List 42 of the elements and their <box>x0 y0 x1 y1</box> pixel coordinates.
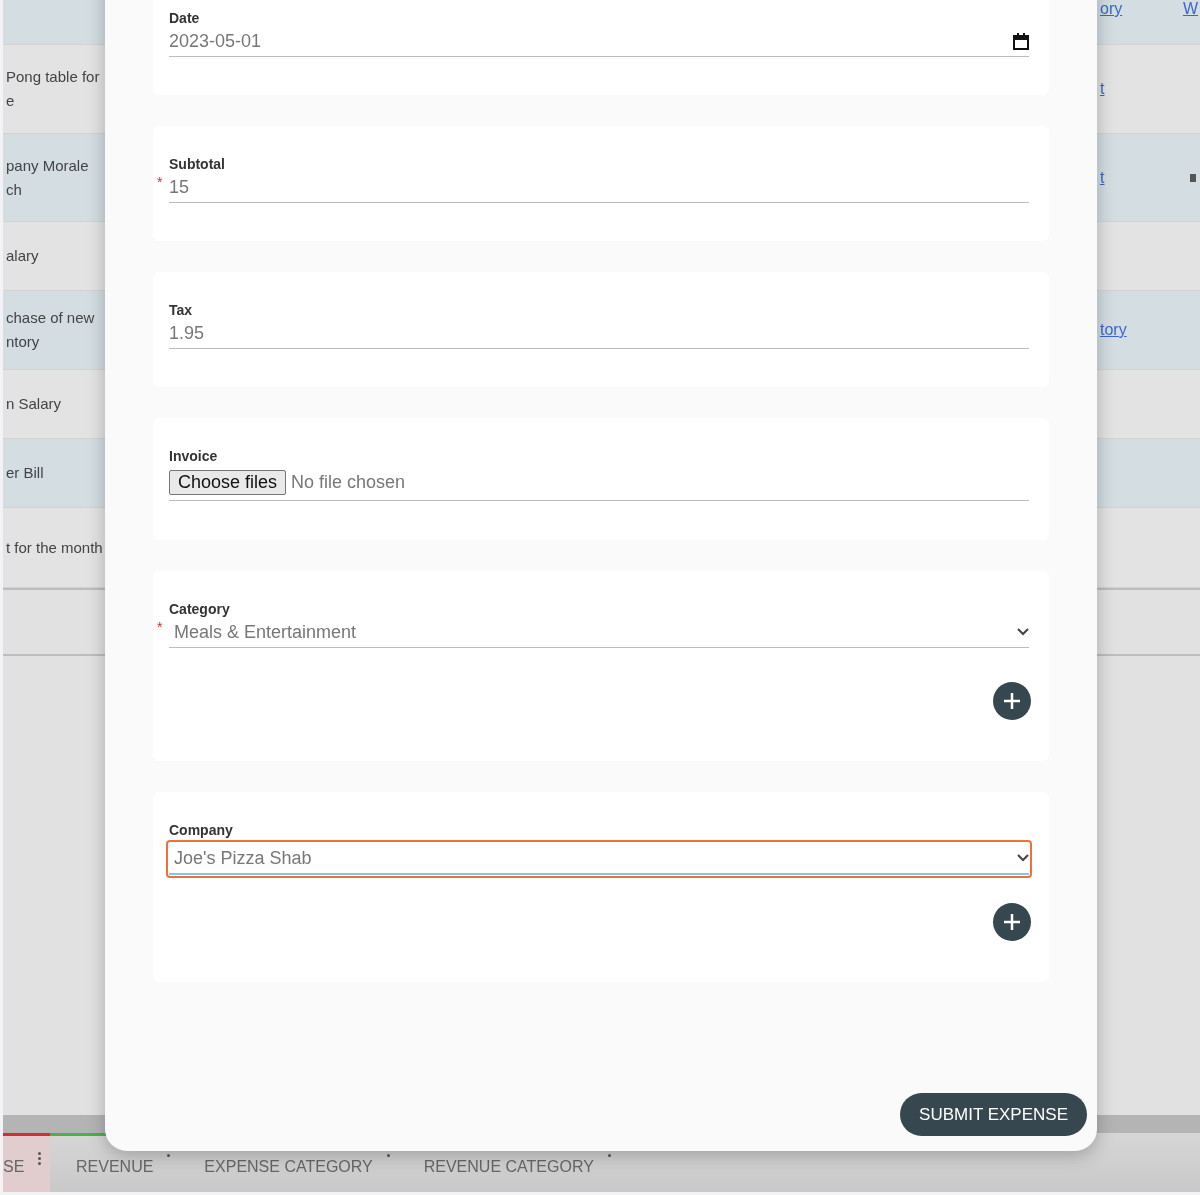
submit-button[interactable]: SUBMIT EXPENSE <box>900 1093 1087 1136</box>
field-label: Date <box>169 10 201 26</box>
table-link[interactable]: t <box>1100 168 1105 187</box>
handle-icon[interactable] <box>1190 173 1196 182</box>
input-field[interactable]: 2023-05-01 <box>169 26 1029 57</box>
table-cell-text: t for the month <box>5 537 104 558</box>
tab[interactable]: REVENUE CATEGORY <box>397 1133 611 1192</box>
field-label: Invoice <box>169 448 219 464</box>
more-icon[interactable] <box>167 1154 171 1157</box>
chevron-down-icon[interactable] <box>1017 854 1029 862</box>
calendar-icon[interactable] <box>1013 32 1029 50</box>
table-cell-text: alary <box>5 246 40 266</box>
plus-icon <box>1003 692 1021 710</box>
table-link[interactable]: W <box>1182 0 1198 18</box>
file-field[interactable]: Choose files No file chosen <box>169 464 1029 501</box>
add-button[interactable] <box>993 903 1031 941</box>
table-link[interactable]: t <box>1100 80 1105 98</box>
select-field[interactable]: Joe's Pizza Shab <box>169 843 1029 875</box>
table-cell-text: Pong table for e <box>5 67 101 111</box>
required-mark: * <box>157 174 163 190</box>
field-label: Company <box>169 822 234 838</box>
more-icon[interactable] <box>607 1154 611 1157</box>
chevron-down-icon[interactable] <box>1017 628 1029 636</box>
field-label: Subtotal <box>169 156 226 172</box>
more-icon[interactable] <box>386 1154 390 1157</box>
more-icon[interactable] <box>38 1152 42 1165</box>
table-link[interactable]: tory <box>1100 321 1127 339</box>
tab[interactable]: EXPENSE CATEGORY <box>178 1133 390 1192</box>
add-button[interactable] <box>993 682 1031 720</box>
table-cell-text: chase of new ntory <box>5 308 96 352</box>
input-field[interactable]: 1.95 <box>169 318 1029 349</box>
file-status: No file chosen <box>291 471 407 493</box>
table-cell-text: er Bill <box>5 463 45 483</box>
table-link[interactable]: ory <box>1100 0 1123 18</box>
tab[interactable]: SE <box>3 1133 50 1192</box>
field-label: Category <box>169 601 231 617</box>
required-mark: * <box>157 619 163 635</box>
plus-icon <box>1003 913 1021 931</box>
field-label: Tax <box>169 302 194 318</box>
table-cell-text: n Salary <box>5 394 63 414</box>
table-cell-text: pany Morale ch <box>5 155 90 200</box>
choose-files-button[interactable]: Choose files <box>169 469 287 495</box>
